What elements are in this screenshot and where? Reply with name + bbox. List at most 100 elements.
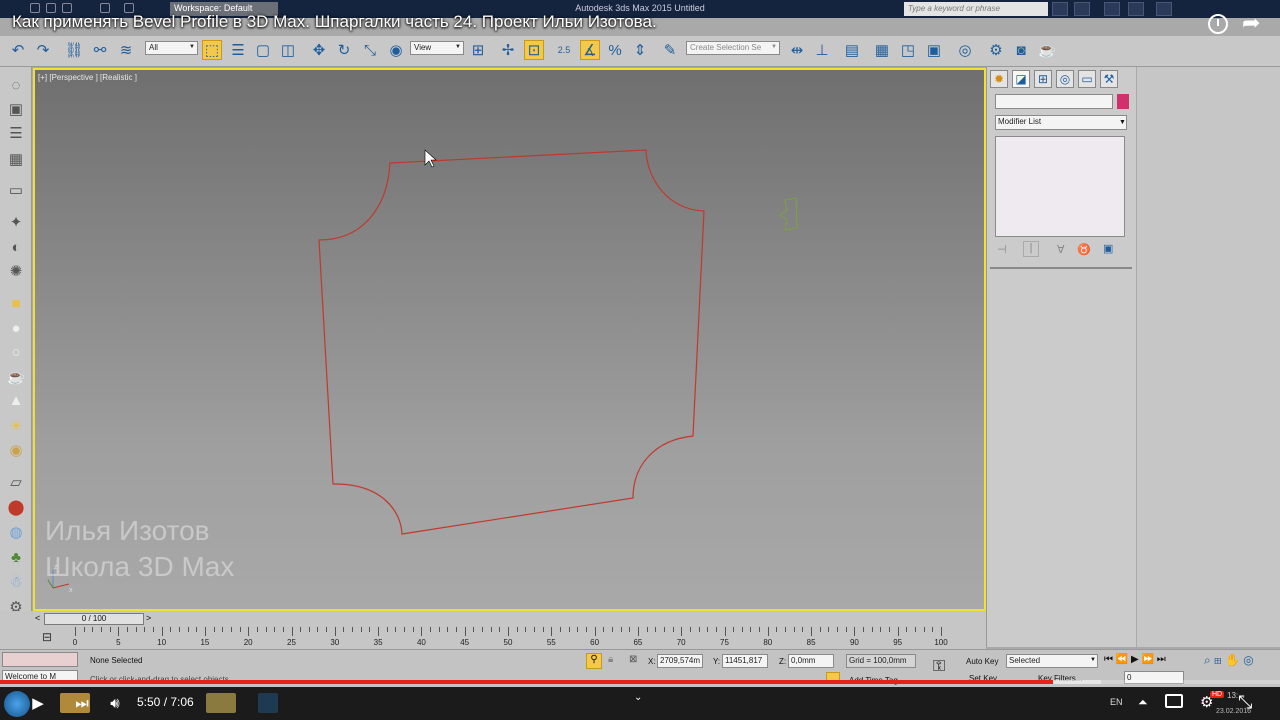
plane-icon[interactable]: ▱ <box>6 472 26 492</box>
display-tab-icon[interactable]: ▭ <box>1078 70 1096 88</box>
app-taskbar-icon[interactable] <box>206 693 236 713</box>
sphere-icon[interactable]: ○ <box>6 342 26 362</box>
z-coordinate-field[interactable]: 0,0mm <box>788 654 834 668</box>
orbit-icon[interactable]: ◌ <box>6 75 26 95</box>
auto-key-button[interactable]: Auto Key <box>966 657 998 666</box>
window-crossing-icon[interactable]: ◫ <box>278 40 298 60</box>
hierarchy-tab-icon[interactable]: ⊞ <box>1034 70 1052 88</box>
curve-editor-icon[interactable]: ◳ <box>898 40 918 60</box>
subtitles-icon[interactable] <box>1165 694 1183 708</box>
utilities-tab-icon[interactable]: ⚒ <box>1100 70 1118 88</box>
layer-manager-icon[interactable]: ▤ <box>842 40 862 60</box>
pivot-center-icon[interactable]: ⊞ <box>468 40 488 60</box>
undo-icon[interactable]: ↶ <box>8 40 28 60</box>
teapot-icon[interactable]: ☕ <box>6 367 26 387</box>
set-key-icon[interactable]: ⚿ <box>933 658 945 676</box>
exchange-icon[interactable] <box>1104 2 1120 16</box>
light-icon[interactable]: ◐ <box>6 237 26 257</box>
volume-icon[interactable]: 🔊︎ <box>105 693 125 713</box>
schematic-view-icon[interactable]: ▣ <box>924 40 944 60</box>
helper-profile-shape[interactable] <box>779 197 798 231</box>
prev-frame-icon[interactable]: < <box>35 613 40 623</box>
object-color-swatch[interactable] <box>1117 94 1129 109</box>
star-icon[interactable] <box>1128 2 1144 16</box>
modify-tab-icon[interactable]: ◪ <box>1012 70 1030 88</box>
show-end-result-icon[interactable]: | <box>1023 241 1039 257</box>
watch-later-icon[interactable] <box>1208 14 1228 34</box>
scene-explorer-icon[interactable]: ☰ <box>6 123 26 143</box>
user-icon[interactable] <box>1074 2 1090 16</box>
lock-selection-icon[interactable]: 🔒︎ <box>608 654 613 665</box>
modifier-stack[interactable] <box>995 136 1125 237</box>
video-progress-bar[interactable] <box>0 680 1280 684</box>
sun-icon[interactable]: ☀ <box>6 416 26 436</box>
biped-icon[interactable]: ☃ <box>6 572 26 592</box>
isolate-selection-icon[interactable]: ⚲ <box>586 653 602 669</box>
box-icon[interactable]: ■ <box>6 293 26 313</box>
keyboard-shortcut-override-icon[interactable]: ⊡ <box>524 40 544 60</box>
render-icon[interactable]: ☕ <box>1037 40 1057 60</box>
link-icon[interactable]: ⛓ <box>64 40 84 60</box>
exit-fullscreen-icon[interactable]: ⤡ <box>1238 692 1252 713</box>
captions-icon[interactable]: ⏶ <box>1138 695 1148 710</box>
named-selection-dropdown[interactable]: Create Selection Se <box>686 41 780 55</box>
play-icon[interactable]: ▶ <box>28 693 48 713</box>
select-object-icon[interactable]: ⬚ <box>202 40 222 60</box>
rendered-frame-icon[interactable]: ◙ <box>1011 40 1031 60</box>
pyramid-icon[interactable]: ▲ <box>6 390 26 410</box>
align-icon[interactable]: ⊥ <box>812 40 832 60</box>
max-taskbar-icon[interactable] <box>258 693 278 713</box>
y-coordinate-field[interactable]: 11451,817 <box>722 654 768 668</box>
track-bar-ruler[interactable]: 0 5 10 15 20 25 30 35 40 45 50 55 60 65 70 75 80 85 90 95 10… <box>73 627 955 649</box>
help-icon[interactable] <box>1156 2 1172 16</box>
configure-sets-icon[interactable]: ▣ <box>1103 242 1113 255</box>
particle-icon[interactable]: ⬤ <box>6 497 26 517</box>
reference-coordinate-dropdown[interactable]: View <box>410 41 464 55</box>
selection-filter-dropdown[interactable]: All <box>145 41 198 55</box>
place-icon[interactable]: ◉ <box>386 40 406 60</box>
search-input[interactable]: Type a keyword or phrase <box>904 2 1048 16</box>
scale-icon[interactable]: ⤡ <box>360 40 380 60</box>
motion-tab-icon[interactable]: ◎ <box>1056 70 1074 88</box>
share-icon[interactable]: ➦ <box>1242 10 1260 36</box>
modifier-list-dropdown[interactable]: Modifier List <box>995 115 1127 130</box>
spacewarp-icon[interactable]: ✺ <box>6 261 26 281</box>
cone-icon[interactable]: ● <box>6 318 26 338</box>
object-name-field[interactable] <box>995 94 1113 109</box>
percent-snap-icon[interactable]: % <box>605 40 625 60</box>
move-icon[interactable]: ✥ <box>309 40 329 60</box>
viewport-nav-controls[interactable]: ⌕ ⊞ ✋ ◎ <box>1204 653 1254 668</box>
pin-stack-icon[interactable]: ⊣ <box>997 243 1007 256</box>
angle-snap-icon[interactable]: ∡ <box>580 40 600 60</box>
x-coordinate-field[interactable]: 2709,574m <box>657 654 703 668</box>
render-setup-icon[interactable]: ⚙ <box>986 40 1006 60</box>
playback-controls[interactable]: ⏮ ⏪ ▶ ⏩ ⏭ <box>1104 654 1166 665</box>
edit-named-selection-icon[interactable]: ✎ <box>660 40 680 60</box>
material-editor-icon[interactable]: ◎ <box>955 40 975 60</box>
bind-spacewarp-icon[interactable]: ≋ <box>116 40 136 60</box>
tree-icon[interactable]: ♣ <box>6 547 26 567</box>
next-frame-icon[interactable]: > <box>146 613 151 623</box>
video-title[interactable]: Как применять Bevel Profile в 3D Max. Шп… <box>12 12 657 32</box>
chevron-down-icon[interactable]: ⌄ <box>634 692 642 703</box>
make-unique-icon[interactable]: ∀ <box>1057 243 1065 256</box>
key-mode-dropdown[interactable]: Selected <box>1006 654 1098 668</box>
viewport-label[interactable]: [+] [Perspective ] [Realistic ] <box>38 73 137 82</box>
mini-curve-toggle-icon[interactable]: ⊟ <box>42 630 52 644</box>
remove-modifier-icon[interactable]: ♉ <box>1077 243 1091 256</box>
windows-start-icon[interactable] <box>4 691 30 717</box>
next-video-icon[interactable]: ⏭ <box>72 693 92 713</box>
create-tab-icon[interactable]: ✹ <box>990 70 1008 88</box>
helper-icon[interactable]: ✦ <box>6 212 26 232</box>
graphite-ribbon-icon[interactable]: ▦ <box>872 40 892 60</box>
globe-icon[interactable]: ◍ <box>6 522 26 542</box>
rotate-icon[interactable]: ↻ <box>334 40 354 60</box>
snap-toggle-icon[interactable]: 2.5 <box>554 40 574 60</box>
bevel-profile-shape[interactable] <box>318 149 705 535</box>
camera-icon[interactable]: ▭ <box>6 180 26 200</box>
select-manipulate-icon[interactable]: ✢ <box>498 40 518 60</box>
redo-icon[interactable]: ↷ <box>33 40 53 60</box>
transform-type-in-icon[interactable]: ⊠ <box>629 654 637 665</box>
mirror-icon[interactable]: ⇹ <box>787 40 807 60</box>
unlink-icon[interactable]: ⚯ <box>90 40 110 60</box>
